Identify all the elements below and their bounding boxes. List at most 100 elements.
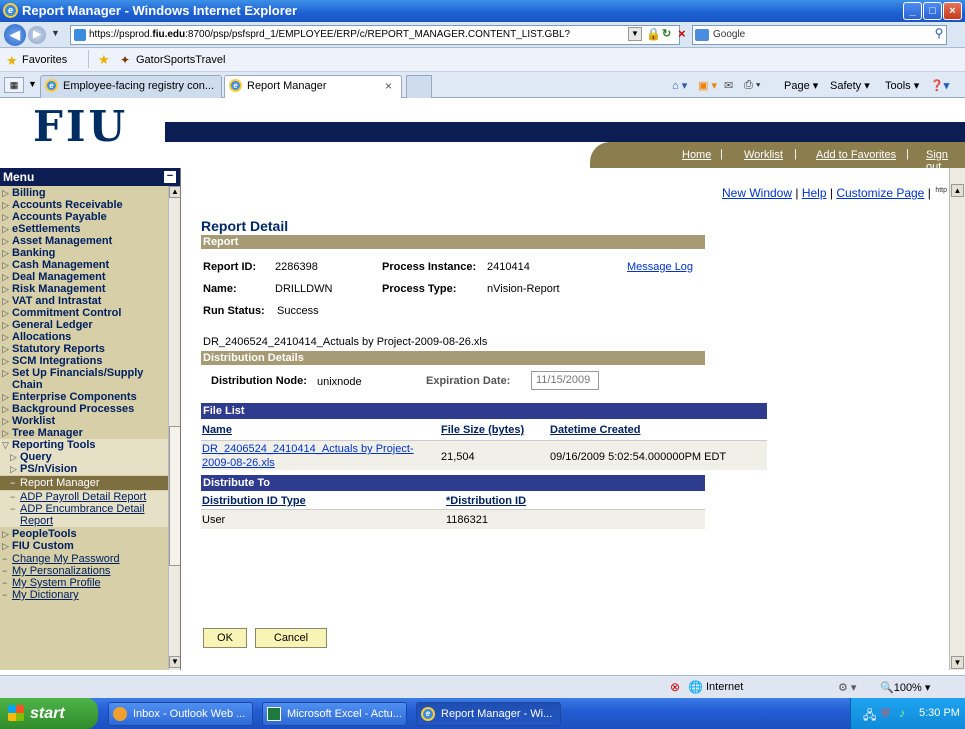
protected-mode-icon[interactable]: ⚙ ▾	[838, 681, 856, 694]
scroll-up-icon[interactable]: ▲	[169, 186, 180, 198]
menu-item-allocations[interactable]: ▷ Allocations	[0, 331, 170, 343]
menu-item-commitment-control[interactable]: ▷ Commitment Control	[0, 307, 170, 319]
menu-item-adp-payroll[interactable]: − ADP Payroll Detail Report	[0, 491, 170, 503]
menu-item-statutory-reports[interactable]: ▷ Statutory Reports	[0, 343, 170, 355]
tab-list-dropdown-icon[interactable]: ▼	[28, 79, 37, 89]
security-icon[interactable]: ⛨	[881, 706, 890, 721]
menu-item-risk-management[interactable]: ▷ Risk Management	[0, 283, 170, 295]
refresh-icon[interactable]: ↻	[662, 27, 678, 41]
maximize-button[interactable]: □	[923, 2, 942, 20]
taskbar-item-outlook[interactable]: Inbox - Outlook Web ...	[108, 702, 253, 726]
safety-menu[interactable]: Safety ▾	[830, 79, 870, 92]
menu-item-billing[interactable]: ▷ Billing	[0, 187, 170, 199]
expiration-date-field[interactable]: 11/15/2009	[531, 371, 599, 390]
col-datetime-created[interactable]: Datetime Created	[550, 424, 640, 436]
menu-item-cash-management[interactable]: ▷ Cash Management	[0, 259, 170, 271]
new-tab-button[interactable]	[406, 75, 432, 98]
menu-item-my-dictionary[interactable]: − My Dictionary	[0, 589, 170, 601]
page-scrollbar[interactable]: ▲ ▼	[949, 168, 965, 670]
file-link-cont[interactable]: 2009-08-26.xls	[202, 457, 275, 469]
home-icon[interactable]: ⌂ ▾	[672, 79, 687, 92]
page-menu[interactable]: Page ▾	[784, 79, 818, 92]
menu-item-background-processes[interactable]: ▷ Background Processes	[0, 403, 170, 415]
cancel-button[interactable]: Cancel	[255, 628, 327, 648]
scroll-thumb[interactable]	[169, 426, 180, 566]
menu-item-worklist[interactable]: ▷ Worklist	[0, 415, 170, 427]
menu-item-my-personalizations[interactable]: − My Personalizations	[0, 565, 170, 577]
menu-item-report-manager[interactable]: − Report Manager	[0, 476, 170, 490]
menu-item-asset-management[interactable]: ▷ Asset Management	[0, 235, 170, 247]
back-button[interactable]: ◀	[4, 24, 26, 46]
minimize-button[interactable]: _	[903, 2, 922, 20]
home-link[interactable]: Home	[682, 149, 711, 161]
tools-menu[interactable]: Tools ▾	[885, 79, 919, 92]
menu-item-my-system-profile[interactable]: − My System Profile	[0, 577, 170, 589]
menu-item-setup-financials-cont[interactable]: Chain	[0, 379, 170, 391]
menu-item-adp-encumbrance[interactable]: − ADP Encumbrance Detail	[0, 503, 170, 515]
menu-item-reporting-tools[interactable]: ▽ Reporting Tools	[0, 439, 170, 451]
menu-item-accounts-payable[interactable]: ▷ Accounts Payable	[0, 211, 170, 223]
lock-icon[interactable]: 🔒	[646, 27, 661, 41]
menu-item-banking[interactable]: ▷ Banking	[0, 247, 170, 259]
scroll-down-icon[interactable]: ▼	[169, 656, 180, 668]
menu-item-enterprise-components[interactable]: ▷ Enterprise Components	[0, 391, 170, 403]
col-name[interactable]: Name	[202, 424, 232, 436]
taskbar-item-report-manager[interactable]: e Report Manager - Wi...	[416, 702, 561, 726]
volume-icon[interactable]: ♪	[899, 706, 905, 720]
ok-button[interactable]: OK	[203, 628, 247, 648]
tab-employee-registry[interactable]: e Employee-facing registry con...	[40, 75, 222, 98]
mail-icon[interactable]: ✉	[724, 79, 733, 92]
address-dropdown-icon[interactable]: ▼	[628, 27, 642, 41]
menu-item-deal-management[interactable]: ▷ Deal Management	[0, 271, 170, 283]
menu-item-query[interactable]: ▷ Query	[0, 451, 170, 463]
col-distribution-id-type[interactable]: Distribution ID Type	[202, 495, 306, 507]
print-icon[interactable]: ⎙ ▾	[744, 79, 760, 92]
help-link[interactable]: Help	[802, 186, 827, 200]
feeds-icon[interactable]: ▣ ▾	[698, 79, 717, 92]
menu-item-peopletools[interactable]: ▷ PeopleTools	[0, 528, 170, 540]
menu-item-tree-manager[interactable]: ▷ Tree Manager	[0, 427, 170, 439]
customize-page-link[interactable]: Customize Page	[836, 186, 924, 200]
search-button[interactable]: ⚲	[930, 26, 948, 44]
col-file-size[interactable]: File Size (bytes)	[441, 424, 524, 436]
add-favorite-icon[interactable]: ★	[98, 52, 110, 68]
zoom-control[interactable]: 🔍100% ▾	[880, 681, 930, 694]
worklist-link[interactable]: Worklist	[744, 149, 783, 161]
tab-report-manager[interactable]: e Report Manager ×	[224, 75, 402, 98]
favorite-link-gatorsportstravel[interactable]: GatorSportsTravel	[136, 54, 225, 66]
close-button[interactable]: ×	[943, 2, 962, 20]
start-button[interactable]: start	[0, 698, 98, 729]
new-window-link[interactable]: New Window	[722, 186, 792, 200]
taskbar-item-excel[interactable]: Microsoft Excel - Actu...	[262, 702, 407, 726]
menu-item-adp-encumbrance-cont[interactable]: Report	[0, 515, 170, 527]
file-link[interactable]: DR_2406524_2410414_Actuals by Project-	[202, 443, 414, 455]
menu-item-vat-intrastat[interactable]: ▷ VAT and Intrastat	[0, 295, 170, 307]
menu-item-general-ledger[interactable]: ▷ General Ledger	[0, 319, 170, 331]
forward-button[interactable]: ▶	[28, 26, 46, 44]
quick-tabs-icon[interactable]: ▦	[4, 77, 24, 93]
menu-item-setup-financials[interactable]: ▷ Set Up Financials/Supply	[0, 367, 170, 379]
favorites-button[interactable]: Favorites	[22, 54, 67, 66]
scroll-down-icon[interactable]: ▼	[951, 656, 964, 669]
history-dropdown-icon[interactable]: ▼	[51, 28, 60, 38]
clock[interactable]: 5:30 PM	[919, 707, 960, 719]
message-log-link[interactable]: Message Log	[627, 261, 693, 273]
tab-close-icon[interactable]: ×	[385, 76, 392, 97]
menu-item-fiu-custom[interactable]: ▷ FIU Custom	[0, 540, 170, 552]
menu-item-accounts-receivable[interactable]: ▷ Accounts Receivable	[0, 199, 170, 211]
http-link-icon[interactable]: http	[934, 187, 948, 201]
address-bar[interactable]: https://psprod.fiu.edu:8700/psp/psfsprd_…	[70, 25, 680, 45]
network-icon[interactable]: 🖧	[863, 706, 876, 727]
menu-scrollbar[interactable]: ▲ ▼	[168, 186, 180, 670]
scroll-up-icon[interactable]: ▲	[951, 184, 964, 197]
menu-item-change-password[interactable]: − Change My Password	[0, 553, 170, 565]
menu-item-psnvision[interactable]: ▷ PS/nVision	[0, 463, 170, 475]
help-icon[interactable]: ❓▾	[930, 79, 949, 92]
blocked-icon[interactable]: ⊗	[670, 680, 680, 694]
stop-icon[interactable]: ×	[678, 26, 692, 41]
collapse-menu-button[interactable]: −	[164, 171, 176, 183]
add-to-favorites-link[interactable]: Add to Favorites	[816, 149, 896, 161]
col-distribution-id[interactable]: *Distribution ID	[446, 495, 526, 507]
menu-item-esettlements[interactable]: ▷ eSettlements	[0, 223, 170, 235]
search-input[interactable]: Google	[692, 25, 947, 45]
